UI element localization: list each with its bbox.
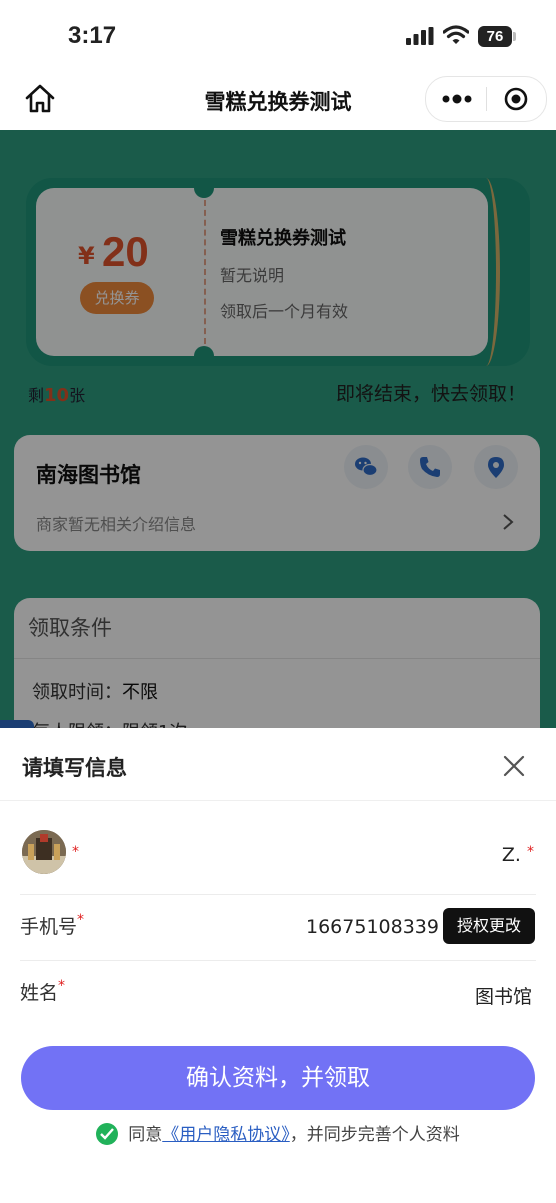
avatar-row[interactable]: * Z. * xyxy=(20,830,536,895)
close-icon[interactable] xyxy=(502,754,526,778)
name-label: 姓名* xyxy=(20,978,66,1004)
phone-row: 手机号* 16675108339 授权更改 xyxy=(20,894,536,961)
nickname-value: Z. * xyxy=(501,844,534,866)
close-miniprogram-icon[interactable] xyxy=(504,87,528,111)
privacy-policy-link[interactable]: 《用户隐私协议》 xyxy=(162,1125,290,1145)
phone-value: 16675108339 xyxy=(306,916,439,938)
sheet-title: 请填写信息 xyxy=(22,756,127,780)
phone-label: 手机号* xyxy=(20,912,85,938)
avatar[interactable] xyxy=(22,830,66,874)
mini-program-capsule xyxy=(425,76,547,122)
name-value[interactable]: 图书馆 xyxy=(475,982,532,1009)
privacy-agreement: 同意《用户隐私协议》，并同步完善个人资料 xyxy=(0,1120,556,1145)
avatar-required-mark: * xyxy=(72,844,79,860)
battery-icon: 76 xyxy=(478,26,516,47)
status-time: 3:17 xyxy=(68,22,117,49)
modal-overlay[interactable] xyxy=(0,130,556,728)
agree-checkbox[interactable] xyxy=(96,1123,119,1145)
cellular-signal-icon xyxy=(406,27,434,45)
more-icon[interactable] xyxy=(442,89,472,109)
name-row: 姓名* 图书馆 xyxy=(20,960,536,1020)
wifi-icon xyxy=(443,25,469,44)
authorize-change-button[interactable]: 授权更改 xyxy=(443,908,535,944)
status-bar: 3:17 76 xyxy=(0,0,556,72)
nav-bar: 雪糕兑换券测试 xyxy=(0,72,556,130)
info-form-sheet: 请填写信息 * Z. * 手机号* 16675108339 授权更改 姓名* 图… xyxy=(0,728,556,1203)
battery-level: 76 xyxy=(486,28,504,45)
check-icon xyxy=(100,1128,115,1140)
confirm-and-claim-button[interactable]: 确认资料，并领取 xyxy=(21,1046,535,1110)
